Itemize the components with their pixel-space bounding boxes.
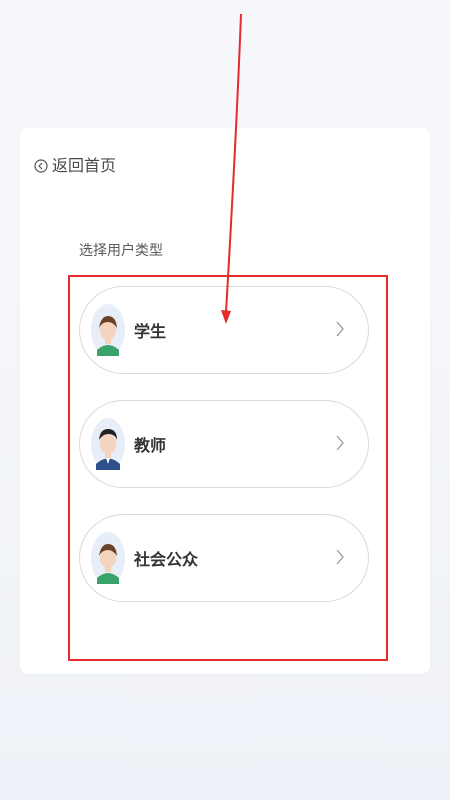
option-teacher[interactable]: 教师 [79, 400, 369, 488]
section-title: 选择用户类型 [79, 243, 163, 259]
student-avatar-icon [91, 304, 125, 356]
back-to-home-link[interactable]: 返回首页 [34, 156, 116, 176]
chevron-right-icon [336, 549, 344, 565]
option-label: 教师 [134, 436, 167, 455]
back-label: 返回首页 [52, 156, 117, 175]
chevron-right-icon [336, 435, 344, 451]
option-student[interactable]: 学生 [79, 286, 369, 374]
option-public[interactable]: 社会公众 [79, 514, 369, 602]
public-avatar-icon [91, 532, 125, 584]
chevron-right-icon [336, 321, 344, 337]
teacher-avatar-icon [91, 418, 125, 470]
option-label: 社会公众 [134, 550, 199, 569]
user-type-card: 返回首页 选择用户类型 学生 教师 社会公众 [20, 128, 430, 674]
back-circle-icon [34, 159, 48, 173]
option-label: 学生 [134, 322, 167, 341]
